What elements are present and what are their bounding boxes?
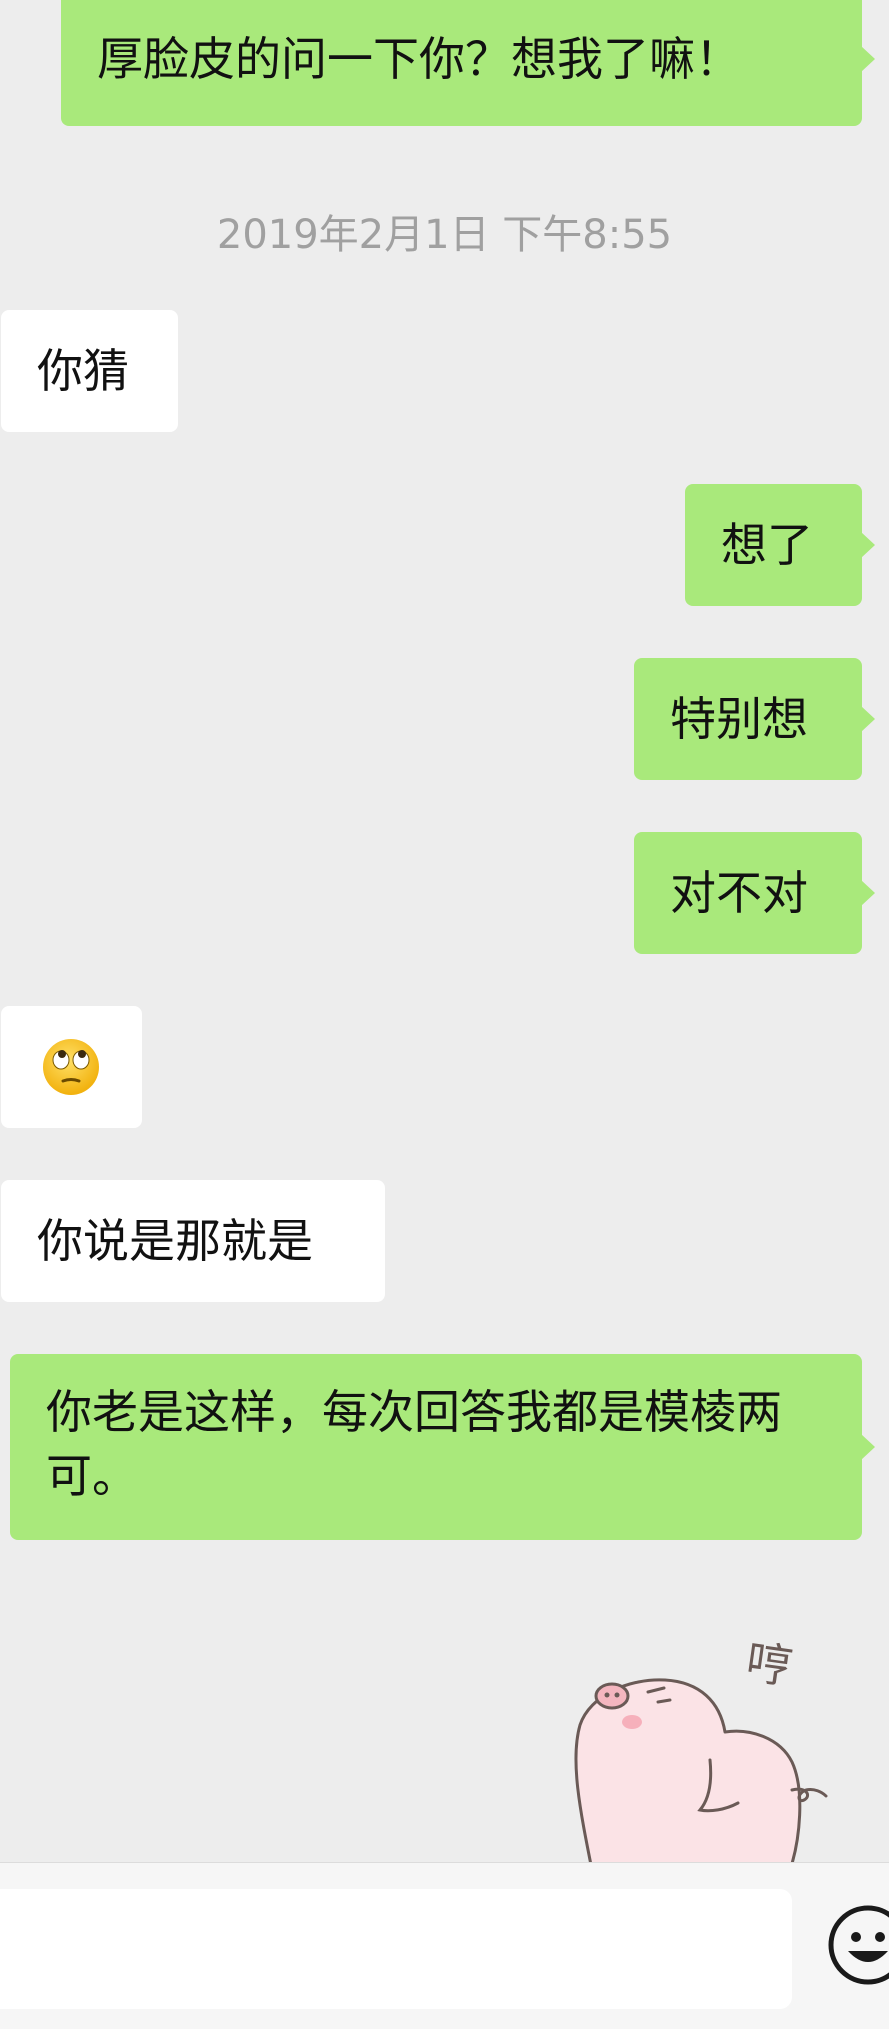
chat-screen: 厚脸皮的问一下你？想我了嘛！ 2019年2月1日 下午8:55 你猜 想了 特别…	[0, 0, 889, 2029]
message-text: 你说是那就是	[37, 1214, 313, 1268]
message-text: 想了	[721, 518, 813, 572]
message-input[interactable]	[0, 1889, 792, 2009]
message-bubble-incoming[interactable]: 你说是那就是	[1, 1180, 385, 1302]
message-bubble-incoming[interactable]: 你猜	[1, 310, 178, 432]
message-bubble-incoming[interactable]	[1, 1006, 142, 1128]
message-text: 你老是这样，每次回答我都是模棱两可。	[46, 1385, 782, 1503]
message-bubble-outgoing[interactable]: 想了	[685, 484, 875, 606]
input-bar	[0, 1862, 889, 2029]
pig-hmph-sticker[interactable]: 哼	[560, 1640, 850, 1862]
message-text: 对不对	[670, 866, 808, 920]
sticker-text: 哼	[743, 1640, 796, 1694]
message-bubble-outgoing[interactable]: 厚脸皮的问一下你？想我了嘛！	[61, 0, 875, 126]
message-text: 特别想	[670, 692, 808, 746]
face-with-rolling-eyes-icon	[43, 1039, 99, 1095]
message-bubble-outgoing[interactable]: 你老是这样，每次回答我都是模棱两可。	[10, 1354, 875, 1540]
message-bubble-outgoing[interactable]: 对不对	[634, 832, 875, 954]
message-bubble-outgoing[interactable]: 特别想	[634, 658, 875, 780]
message-list[interactable]: 厚脸皮的问一下你？想我了嘛！ 2019年2月1日 下午8:55 你猜 想了 特别…	[0, 0, 889, 1862]
message-text: 你猜	[37, 344, 129, 398]
smiley-face-icon[interactable]	[826, 1903, 889, 1987]
message-text: 厚脸皮的问一下你？想我了嘛！	[97, 32, 741, 86]
message-timestamp: 2019年2月1日 下午8:55	[216, 212, 673, 258]
